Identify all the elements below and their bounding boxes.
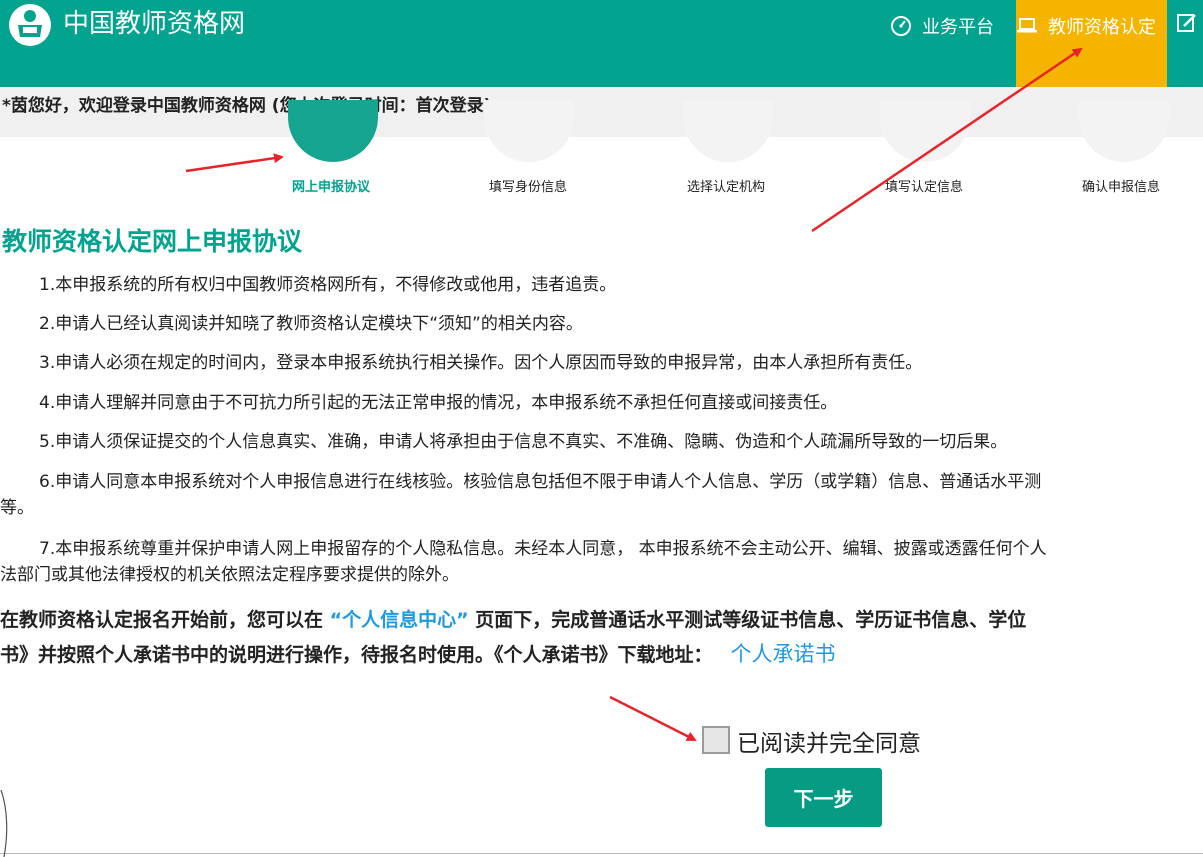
next-step-button[interactable]: 下一步 bbox=[765, 768, 882, 827]
nav-business-platform-label: 业务平台 bbox=[922, 17, 994, 38]
agreement-clause: 5.申请人须保证提交的个人信息真实、准确，申请人将承担由于信息不真实、不准确、隐… bbox=[0, 429, 1203, 455]
agree-checkbox[interactable] bbox=[702, 726, 730, 754]
personal-commitment-link[interactable]: 个人承诺书 bbox=[731, 642, 836, 666]
step-label-agreement: 网上申报协议 bbox=[291, 180, 370, 195]
nav-teacher-certification[interactable]: 教师资格认定 bbox=[1016, 0, 1167, 87]
notice-line-2-text: 书》并按照个人承诺书中的说明进行操作，待报名时使用。《个人承诺书》下载地址： bbox=[0, 644, 713, 666]
clause-line: 7.本申报系统尊重并保护申请人网上申报留存的个人隐私信息。未经本人同意， 本申报… bbox=[39, 539, 1047, 559]
site-title[interactable]: 中国教师资格网 bbox=[63, 6, 245, 42]
agreement-title: 教师资格认定网上申报协议 bbox=[2, 227, 303, 256]
agreement-clause: 3.申请人必须在规定的时间内，登录本申报系统执行相关操作。因个人原因而导致的申报… bbox=[0, 350, 1203, 376]
personal-info-center-highlight: “个人信息中心” bbox=[329, 609, 469, 631]
notice-text: 在教师资格认定报名开始前，您可以在 “个人信息中心” 页面下，完成普通话水平测试… bbox=[0, 603, 1203, 672]
clause-line: 5.申请人须保证提交的个人信息真实、准确，申请人将承担由于信息不真实、不准确、隐… bbox=[39, 432, 1008, 452]
welcome-message: *茵您好，欢迎登录中国教师资格网 (您上次登录时间：首次登录) bbox=[2, 96, 492, 116]
arrow-to-agree-checkbox bbox=[609, 695, 697, 742]
step-indicator-5 bbox=[1079, 100, 1169, 162]
agree-checkbox-label[interactable]: 已阅读并完全同意 bbox=[737, 724, 921, 758]
clause-line: 6.申请人同意本申报系统对个人申报信息进行在线核验。核验信息包括但不限于申请人个… bbox=[39, 472, 1042, 492]
step-indicator-2 bbox=[484, 100, 574, 162]
step-indicator-4 bbox=[880, 100, 970, 162]
notice-part-1: 在教师资格认定报名开始前，您可以在 bbox=[0, 609, 330, 631]
clause-line: 法部门或其他法律授权的机关依照法定程序要求提供的除外。 bbox=[0, 565, 459, 585]
clause-line: 2.申请人已经认真阅读并知晓了教师资格认定模块下“须知”的相关内容。 bbox=[39, 314, 583, 334]
step-indicator-1 bbox=[288, 100, 378, 162]
clause-line: 等。 bbox=[0, 498, 34, 518]
logo-icon[interactable] bbox=[9, 4, 51, 46]
teacher-logo-icon bbox=[18, 10, 42, 37]
clause-line: 4.申请人理解并同意由于不可抗力所引起的无法正常申报的情况，本申报系统不承担任何… bbox=[39, 393, 838, 413]
nav-business-platform[interactable]: 业务平台 bbox=[890, 0, 994, 52]
notice-part-2: 页面下，完成普通话水平测试等级证书信息、学历证书信息、学位 bbox=[468, 609, 1027, 631]
step-label-institution: 选择认定机构 bbox=[686, 180, 765, 195]
notice-line-1: 在教师资格认定报名开始前，您可以在 “个人信息中心” 页面下，完成普通话水平测试… bbox=[0, 603, 1203, 637]
arrow-to-agreement-step bbox=[185, 153, 284, 173]
agreement-clause: 4.申请人理解并同意由于不可抗力所引起的无法正常申报的情况，本申报系统不承担任何… bbox=[0, 390, 1203, 416]
top-header: 中国教师资格网 业务平台 教师资格认定 bbox=[0, 0, 1203, 87]
step-indicator-3 bbox=[683, 100, 773, 162]
clause-line: 1.本申报系统的所有权归中国教师资格网所有，不得修改或他用，违者追责。 bbox=[39, 275, 617, 295]
agreement-clause: 1.本申报系统的所有权归中国教师资格网所有，不得修改或他用，违者追责。 bbox=[0, 272, 1203, 298]
agreement-clause: 7.本申报系统尊重并保护申请人网上申报留存的个人隐私信息。未经本人同意， 本申报… bbox=[0, 536, 1203, 588]
dashboard-icon bbox=[890, 15, 912, 37]
agreement-clause: 2.申请人已经认真阅读并知晓了教师资格认定模块下“须知”的相关内容。 bbox=[0, 311, 1203, 337]
decorative-curve bbox=[0, 790, 8, 857]
welcome-bar: *茵您好，欢迎登录中国教师资格网 (您上次登录时间：首次登录) bbox=[0, 87, 1203, 137]
agreement-clause: 6.申请人同意本申报系统对个人申报信息进行在线核验。核验信息包括但不限于申请人个… bbox=[0, 469, 1203, 521]
step-label-certification-info: 填写认定信息 bbox=[884, 180, 963, 195]
notice-line-2: 书》并按照个人承诺书中的说明进行操作，待报名时使用。《个人承诺书》下载地址： 个人… bbox=[0, 637, 1203, 672]
bottom-divider bbox=[0, 853, 1203, 854]
laptop-icon bbox=[1016, 17, 1038, 35]
clause-line: 3.申请人必须在规定的时间内，登录本申报系统执行相关操作。因个人原因而导致的申报… bbox=[39, 353, 923, 373]
step-label-identity: 填写身份信息 bbox=[488, 180, 567, 195]
nav-teacher-certification-label: 教师资格认定 bbox=[1048, 17, 1156, 38]
edit-icon[interactable] bbox=[1176, 12, 1198, 34]
step-label-confirm: 确认申报信息 bbox=[1081, 180, 1160, 195]
